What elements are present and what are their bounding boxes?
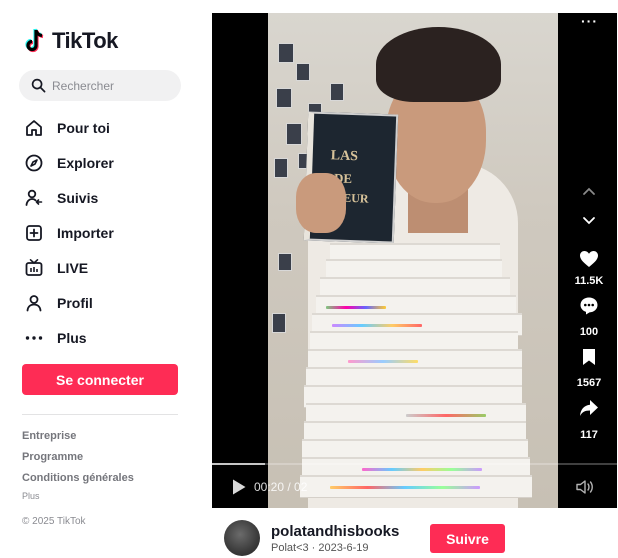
- like-button[interactable]: [575, 245, 603, 273]
- author-username[interactable]: polatandhisbooks: [271, 523, 399, 540]
- book-title-line: LAS: [330, 148, 359, 165]
- nav-item-explorer[interactable]: Explorer: [24, 145, 194, 180]
- search-input[interactable]: [52, 78, 172, 93]
- avatar[interactable]: [224, 520, 260, 556]
- upload-plus-icon: [26, 224, 42, 241]
- home-icon: [26, 119, 42, 136]
- footer-link-entreprise[interactable]: Entreprise: [22, 430, 76, 442]
- profile-icon: [26, 294, 42, 311]
- video-frame: LAS DE COEUR: [268, 13, 558, 508]
- chevron-down-icon: [583, 217, 595, 225]
- nav-label: Importer: [57, 224, 114, 241]
- next-video-button[interactable]: [575, 207, 603, 235]
- nav-label: Explorer: [57, 154, 114, 171]
- following-icon: [25, 189, 43, 206]
- book-stack: [300, 243, 550, 508]
- login-button[interactable]: Se connecter: [22, 364, 178, 395]
- previous-video-button[interactable]: [575, 177, 603, 205]
- search-bar[interactable]: [19, 70, 181, 101]
- heart-icon: [580, 251, 598, 267]
- compass-icon: [25, 154, 43, 171]
- volume-icon[interactable]: [575, 478, 595, 496]
- sidebar: TikTok Pour toi Explorer: [0, 0, 200, 558]
- nav-label: Suivis: [57, 189, 99, 206]
- brand-name: TikTok: [52, 28, 118, 53]
- tiktok-note-icon: [25, 28, 44, 53]
- nav-label: Pour toi: [57, 119, 110, 136]
- share-count: 117: [580, 429, 598, 441]
- chevron-up-icon: [583, 187, 595, 195]
- search-icon: [31, 78, 46, 93]
- like-count: 11.5K: [574, 275, 604, 287]
- share-arrow-icon: [580, 400, 598, 416]
- bookmark-icon: [583, 349, 595, 365]
- save-count: 1567: [576, 377, 602, 389]
- nav-item-live[interactable]: LIVE: [24, 250, 194, 285]
- share-button[interactable]: [575, 394, 603, 422]
- progress-fill: [212, 463, 265, 465]
- more-options-icon[interactable]: ···: [581, 13, 598, 29]
- nav-label: Plus: [57, 329, 87, 346]
- nav-item-pour-toi[interactable]: Pour toi: [24, 110, 194, 145]
- save-button[interactable]: [575, 343, 603, 371]
- sidebar-divider: [22, 414, 178, 415]
- progress-bar[interactable]: [212, 463, 617, 465]
- more-dots-icon: [25, 335, 43, 340]
- main-nav: Pour toi Explorer Suivis Importer LIVE P…: [24, 110, 194, 355]
- tiktok-logo[interactable]: TikTok: [24, 28, 118, 54]
- action-rail: ··· 11.5K 100 1567 117: [561, 13, 617, 508]
- nav-item-plus[interactable]: Plus: [24, 320, 194, 355]
- author-subline: Polat<3 · 2023-6-19: [271, 542, 369, 554]
- follow-button[interactable]: Suivre: [430, 524, 505, 553]
- time-display: 00:20 / 02: [254, 480, 308, 494]
- copyright: © 2025 TikTok: [22, 516, 86, 527]
- comment-icon: [580, 297, 598, 315]
- footer-more-link[interactable]: Plus: [22, 491, 40, 501]
- nav-label: LIVE: [57, 259, 89, 276]
- live-tv-icon: [25, 258, 43, 276]
- nav-item-suivis[interactable]: Suivis: [24, 180, 194, 215]
- nav-item-profil[interactable]: Profil: [24, 285, 194, 320]
- footer-link-conditions[interactable]: Conditions générales: [22, 472, 134, 484]
- play-icon[interactable]: [231, 478, 247, 496]
- comment-button[interactable]: [575, 292, 603, 320]
- nav-item-importer[interactable]: Importer: [24, 215, 194, 250]
- comment-count: 100: [579, 326, 599, 338]
- video-player[interactable]: LAS DE COEUR ··· 11.5K 100 1567 117 00:2…: [212, 13, 617, 508]
- nav-label: Profil: [57, 294, 93, 311]
- footer-link-programme[interactable]: Programme: [22, 451, 83, 463]
